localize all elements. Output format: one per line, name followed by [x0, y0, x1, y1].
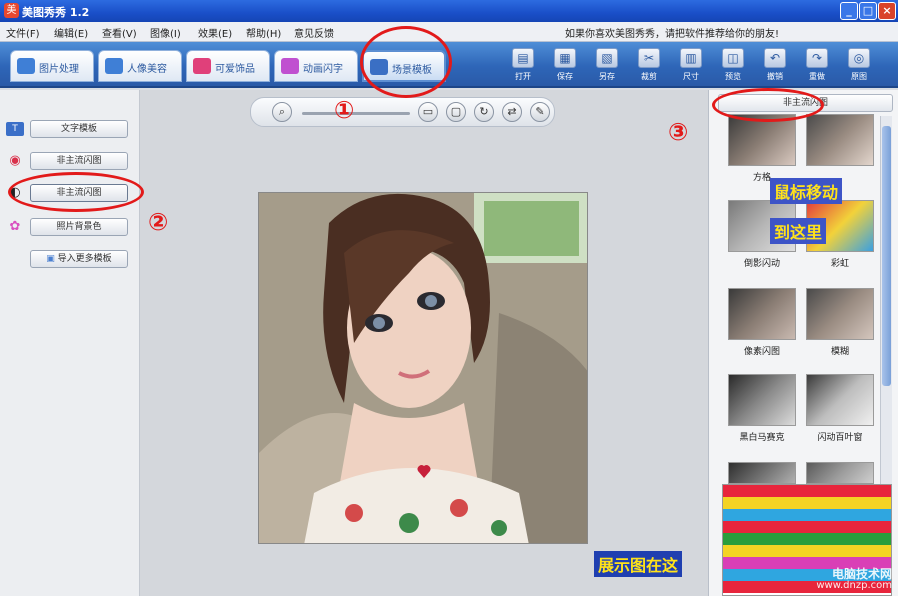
mouse-hint-line1: 鼠标移动: [770, 178, 843, 204]
minimize-button[interactable]: _: [840, 2, 858, 20]
zoom-icon[interactable]: ⌕: [272, 102, 292, 122]
undo-button[interactable]: ↶ 撤销: [760, 46, 790, 84]
recommend-notice[interactable]: 如果你喜欢美图秀秀，请把软件推荐给你的朋友!: [565, 25, 779, 40]
tab-animated-text[interactable]: 动画闪字: [274, 50, 358, 82]
effect-thumbnail[interactable]: [806, 114, 874, 166]
edited-photo: [258, 192, 588, 544]
save-as-icon: ▧: [596, 48, 618, 68]
tab-image-processing[interactable]: 图片处理: [10, 50, 94, 82]
zoom-slider[interactable]: [302, 112, 410, 115]
portrait-image: [259, 193, 587, 543]
original-button[interactable]: ◎ 原图: [844, 46, 874, 84]
annotation-number-1: ①: [334, 96, 355, 124]
app-logo-icon: 美: [4, 3, 19, 18]
preview-stripe: [723, 485, 891, 497]
save-icon: ▦: [554, 48, 576, 68]
undo-icon: ↶: [764, 48, 786, 68]
flip-icon[interactable]: ⇄: [502, 102, 522, 122]
resize-button[interactable]: ▥ 尺寸: [676, 46, 706, 84]
effect-thumbnail[interactable]: [806, 288, 874, 340]
menu-view[interactable]: 查看(V): [102, 25, 137, 40]
menu-edit[interactable]: 编辑(E): [54, 25, 88, 40]
import-more-templates-button[interactable]: ▣ 导入更多模板: [30, 250, 128, 268]
lips-icon: ◉: [9, 153, 21, 168]
title-bar: 美 美图秀秀 1.2 _ □ ×: [0, 0, 898, 22]
preview-stripe: [723, 509, 891, 521]
original-icon: ◎: [848, 48, 870, 68]
maximize-button[interactable]: □: [859, 2, 877, 20]
preview-stripe: [723, 545, 891, 557]
preview-icon: ◫: [722, 48, 744, 68]
effect-thumbnail[interactable]: [806, 462, 874, 484]
annotation-number-2: ②: [148, 208, 169, 236]
mouse-hint-line2: 到这里: [770, 218, 827, 244]
tab-portrait-beauty[interactable]: 人像美容: [98, 50, 182, 82]
redo-icon: ↷: [806, 48, 828, 68]
menu-feedback[interactable]: 意见反馈: [294, 25, 334, 40]
redo-button[interactable]: ↷ 重做: [802, 46, 832, 84]
effect-thumbnail[interactable]: [806, 374, 874, 426]
thumb-label-reflection: 倒影闪动: [743, 259, 780, 269]
text-template-button[interactable]: 文字模板: [30, 120, 128, 138]
preview-stripe: [723, 521, 891, 533]
save-as-button[interactable]: ▧ 另存: [592, 46, 622, 84]
preview-stripe: [723, 497, 891, 509]
crop-button[interactable]: ✂ 裁剪: [634, 46, 664, 84]
import-icon: ▣: [46, 254, 58, 264]
annotation-circle-2: [8, 172, 144, 212]
thumb-label-blinds: 闪动百叶窗: [817, 433, 863, 443]
photo-background-button[interactable]: 照片背景色: [30, 218, 128, 236]
menu-bar: 文件(F) 编辑(E) 查看(V) 图像(I) 效果(E) 帮助(H) 意见反馈…: [0, 22, 898, 42]
effect-thumbnail[interactable]: [728, 288, 796, 340]
menu-image[interactable]: 图像(I): [150, 25, 181, 40]
effect-thumbnail[interactable]: [728, 374, 796, 426]
resize-icon: ▥: [680, 48, 702, 68]
actual-size-icon[interactable]: ▢: [446, 102, 466, 122]
animated-text-icon: [281, 58, 299, 74]
text-template-icon: T: [6, 122, 24, 136]
thumb-label-pixel: 像素闪图: [743, 347, 780, 357]
annotation-number-3: ③: [668, 118, 689, 146]
rotate-icon[interactable]: ↻: [474, 102, 494, 122]
close-button[interactable]: ×: [878, 2, 896, 20]
crop-icon: ✂: [638, 48, 660, 68]
preview-hint: 展示图在这: [594, 551, 683, 577]
effect-thumbnail[interactable]: [728, 462, 796, 484]
open-button[interactable]: ▤ 打开: [508, 46, 538, 84]
annotation-circle-1: [360, 26, 452, 98]
annotation-circle-3: [712, 88, 824, 122]
image-processing-icon: [17, 58, 35, 74]
flower-icon: ✿: [9, 219, 21, 234]
accessory-icon: [193, 58, 211, 74]
preview-button[interactable]: ◫ 预览: [718, 46, 748, 84]
save-button[interactable]: ▦ 保存: [550, 46, 580, 84]
thumb-label-blur: 模糊: [830, 347, 849, 357]
window-title: 美图秀秀 1.2: [22, 6, 90, 19]
thumbnail-scroll-thumb[interactable]: [882, 126, 891, 386]
thumb-label-rainbow: 彩虹: [830, 259, 849, 269]
thumb-label-bw-mosaic: 黑白马赛克: [739, 433, 785, 443]
watermark: 电脑技术网 www.dnzp.com: [816, 567, 892, 591]
menu-file[interactable]: 文件(F): [6, 25, 40, 40]
menu-effect[interactable]: 效果(E): [198, 25, 232, 40]
menu-help[interactable]: 帮助(H): [246, 25, 281, 40]
tab-cute-accessories[interactable]: 可爱饰品: [186, 50, 270, 82]
portrait-icon: [105, 58, 123, 74]
fit-icon[interactable]: ▭: [418, 102, 438, 122]
non-mainstream-flash-button[interactable]: 非主流闪图: [30, 152, 128, 170]
brush-icon[interactable]: ✎: [530, 102, 550, 122]
preview-stripe: [723, 533, 891, 545]
open-icon: ▤: [512, 48, 534, 68]
